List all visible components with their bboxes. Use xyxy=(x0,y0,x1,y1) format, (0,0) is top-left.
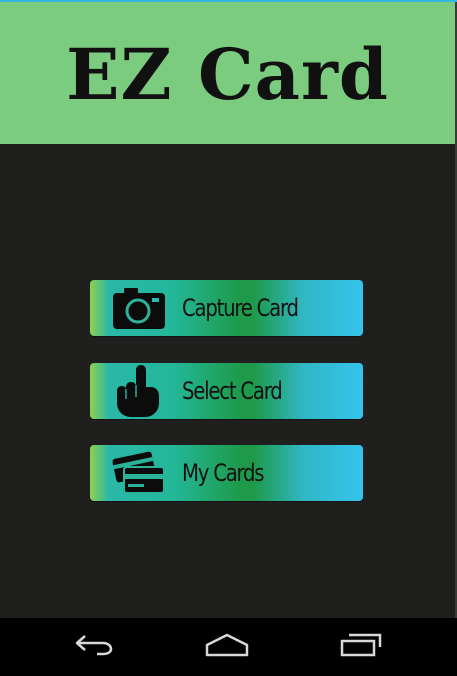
app-screen: EZ Card Capture Card Select Card My Card… xyxy=(0,0,457,676)
app-header: EZ Card xyxy=(0,2,455,144)
cards-icon xyxy=(108,445,170,501)
recents-icon xyxy=(339,632,383,662)
select-card-button[interactable]: Select Card xyxy=(90,363,363,419)
select-card-label: Select Card xyxy=(182,377,283,405)
capture-card-button[interactable]: Capture Card xyxy=(90,280,363,336)
my-cards-button[interactable]: My Cards xyxy=(90,445,363,501)
app-title: EZ Card xyxy=(66,33,389,116)
recents-button[interactable] xyxy=(331,626,391,668)
my-cards-label: My Cards xyxy=(182,459,265,487)
camera-icon xyxy=(108,280,170,336)
home-button[interactable] xyxy=(197,626,257,668)
back-icon xyxy=(73,633,115,661)
home-icon xyxy=(204,632,250,662)
back-button[interactable] xyxy=(64,626,124,668)
capture-card-label: Capture Card xyxy=(182,294,299,322)
system-navigation-bar xyxy=(0,618,457,676)
pointing-hand-icon xyxy=(108,363,170,419)
